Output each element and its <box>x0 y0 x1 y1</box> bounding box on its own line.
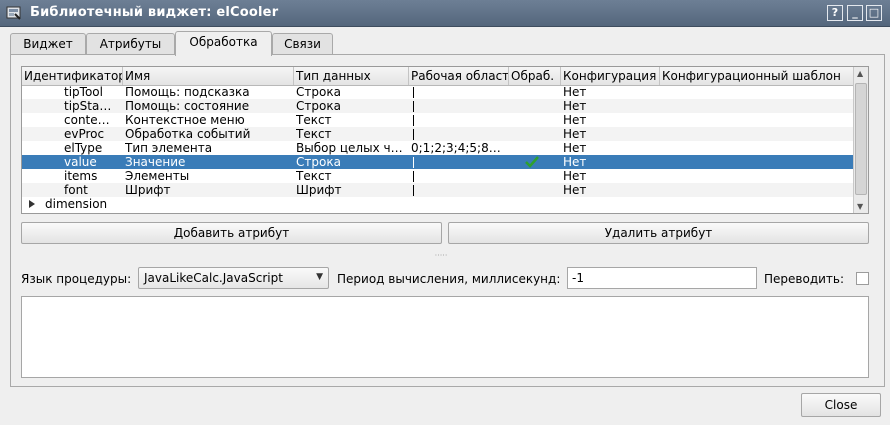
table-row[interactable]: conte… Контекстное меню Текст Нет <box>22 113 854 127</box>
work-area-empty <box>413 115 414 126</box>
row-config: Нет <box>563 113 587 127</box>
work-area-empty <box>413 157 414 168</box>
table-row[interactable]: tipSta… Помощь: состояние Строка Нет <box>22 99 854 113</box>
row-config: Нет <box>563 155 587 169</box>
chevron-down-icon: ▼ <box>316 272 323 282</box>
work-area-empty <box>413 87 414 98</box>
tree-group-row[interactable]: dimension <box>22 197 854 211</box>
table-header: Идентификатор Имя Тип данных Рабочая обл… <box>22 67 854 86</box>
calc-period-input[interactable]: -1 <box>567 267 757 289</box>
column-header-name[interactable]: Имя <box>123 67 294 85</box>
group-label: dimension <box>45 197 108 211</box>
column-header-config-template[interactable]: Конфигурационный шаблон <box>660 67 854 85</box>
table-row[interactable]: font Шрифт Шрифт Нет <box>22 183 854 197</box>
row-id: tipTool <box>64 85 103 99</box>
work-area-empty <box>413 101 414 112</box>
tab-processing[interactable]: Обработка <box>175 31 272 56</box>
row-config: Нет <box>563 85 587 99</box>
row-name: Помощь: состояние <box>125 99 250 113</box>
table-vertical-scrollbar[interactable]: ▲ ▼ <box>853 67 868 213</box>
procedure-language-value: JavaLikeCalc.JavaScript <box>144 271 283 285</box>
row-type: Текст <box>296 127 332 141</box>
row-id: elType <box>64 141 103 155</box>
procedure-language-label: Язык процедуры: <box>21 272 132 286</box>
maximize-button[interactable]: □ <box>866 5 882 21</box>
row-id: items <box>64 169 98 183</box>
tab-widget[interactable]: Виджет <box>10 33 86 55</box>
library-widget-icon <box>6 6 21 20</box>
checkmark-icon[interactable] <box>525 156 539 168</box>
row-name: Обработка событий <box>125 127 251 141</box>
close-button[interactable]: Close <box>801 393 881 417</box>
help-button[interactable]: ? <box>827 5 843 21</box>
table-row-selected[interactable]: value Значение Строка Нет <box>22 155 854 169</box>
row-type: Строка <box>296 155 341 169</box>
column-header-type[interactable]: Тип данных <box>294 67 409 85</box>
column-header-processing[interactable]: Обраб. <box>509 67 561 85</box>
row-name: Шрифт <box>125 183 171 197</box>
row-config: Нет <box>563 183 587 197</box>
row-name: Элементы <box>125 169 190 183</box>
row-name: Контекстное меню <box>125 113 245 127</box>
minimize-button[interactable]: _ <box>847 5 863 21</box>
row-id: evProc <box>64 127 105 141</box>
attributes-table[interactable]: Идентификатор Имя Тип данных Рабочая обл… <box>21 66 869 214</box>
row-id: conte… <box>64 113 110 127</box>
column-header-id[interactable]: Идентификатор <box>22 67 123 85</box>
translate-checkbox[interactable] <box>856 272 869 285</box>
row-type: Текст <box>296 169 332 183</box>
procedure-language-select[interactable]: JavaLikeCalc.JavaScript ▼ <box>138 267 329 289</box>
procedure-code-editor[interactable] <box>21 296 869 378</box>
calc-period-value: -1 <box>572 271 584 285</box>
table-row[interactable]: tipTool Помощь: подсказка Строка Нет <box>22 85 854 99</box>
row-type: Шрифт <box>296 183 342 197</box>
table-row[interactable]: items Элементы Текст Нет <box>22 169 854 183</box>
calc-period-label: Период вычисления, миллисекунд: <box>337 272 561 286</box>
row-config: Нет <box>563 99 587 113</box>
scroll-up-icon[interactable]: ▲ <box>857 69 863 78</box>
tab-links[interactable]: Связи <box>272 33 333 55</box>
row-type: Текст <box>296 113 332 127</box>
column-header-config[interactable]: Конфигурация <box>561 67 660 85</box>
work-area-empty <box>413 185 414 196</box>
row-config: Нет <box>563 169 587 183</box>
work-area-empty <box>413 171 414 182</box>
row-id: font <box>64 183 88 197</box>
scroll-thumb[interactable] <box>855 83 867 195</box>
row-type: Выбор целых ч… <box>296 141 403 155</box>
row-id: tipSta… <box>64 99 112 113</box>
table-row[interactable]: evProc Обработка событий Текст Нет <box>22 127 854 141</box>
row-config: Нет <box>563 127 587 141</box>
row-work-area: 0;1;2;3;4;5;8… <box>411 141 501 155</box>
row-config: Нет <box>563 141 587 155</box>
row-name: Тип элемента <box>125 141 213 155</box>
window-title: Библиотечный виджет: elCooler <box>30 5 279 20</box>
row-name: Помощь: подсказка <box>125 85 250 99</box>
translate-label: Переводить: <box>764 272 845 286</box>
column-header-work-area[interactable]: Рабочая область <box>409 67 509 85</box>
delete-attribute-button[interactable]: Удалить атрибут <box>448 222 869 244</box>
work-area-empty <box>413 129 414 140</box>
row-name: Значение <box>125 155 186 169</box>
scroll-down-icon[interactable]: ▼ <box>857 202 863 211</box>
row-type: Строка <box>296 99 341 113</box>
add-attribute-button[interactable]: Добавить атрибут <box>21 222 442 244</box>
title-bar[interactable]: Библиотечный виджет: elCooler ? _ □ <box>0 0 890 27</box>
row-id: value <box>64 155 97 169</box>
splitter-handle[interactable]: ····· <box>426 252 456 260</box>
table-row[interactable]: elType Тип элемента Выбор целых ч… 0;1;2… <box>22 141 854 155</box>
triangle-right-icon[interactable] <box>29 200 35 208</box>
row-type: Строка <box>296 85 341 99</box>
tab-attributes[interactable]: Атрибуты <box>86 33 175 55</box>
